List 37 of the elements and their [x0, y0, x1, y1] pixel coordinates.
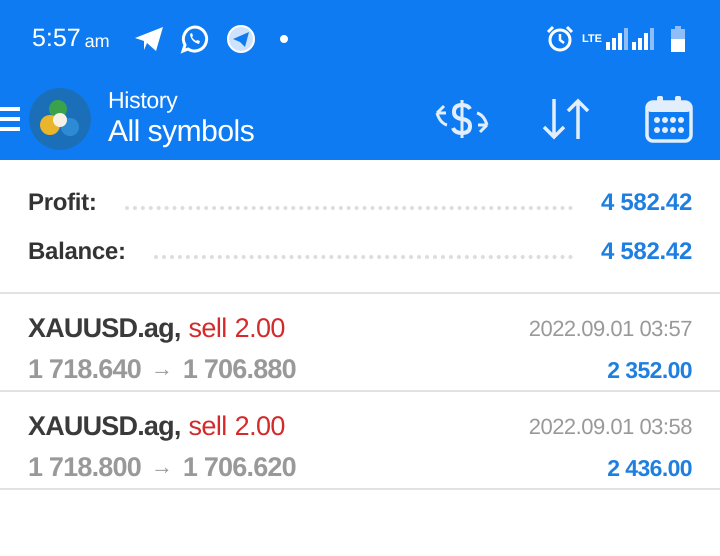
app-logo-icon: [28, 87, 92, 151]
open-price: 1 718.800: [28, 450, 141, 484]
screen-title: All symbols: [108, 114, 254, 150]
menu-icon[interactable]: [0, 104, 20, 134]
close-price: 1 706.620: [182, 450, 296, 484]
clock-time: 5:57: [32, 23, 81, 54]
alarm-clock-icon: [546, 25, 574, 53]
deal-side: sell: [188, 410, 227, 443]
summary-label: Profit:: [28, 188, 97, 218]
chat-bubble-icon: [180, 24, 210, 54]
dot-icon: [280, 35, 288, 43]
calendar-icon[interactable]: [644, 94, 694, 144]
network-type: LTE: [582, 34, 602, 44]
deal-volume: 2.00: [234, 312, 285, 345]
dollar-exchange-icon[interactable]: [434, 97, 490, 141]
signal-icon: [606, 28, 654, 50]
summary-value: 4 582.42: [600, 236, 692, 266]
arrow-glyph: →: [150, 355, 173, 384]
sort-icon[interactable]: [540, 97, 592, 141]
deal-volume: 2.00: [234, 410, 285, 443]
deal-time: 2022.09.01 03:57: [528, 315, 692, 343]
deal-side: sell: [188, 312, 227, 345]
summary-label: Balance:: [28, 236, 126, 266]
deal-time: 2022.09.01 03:58: [528, 413, 692, 441]
battery-icon: [670, 26, 686, 52]
clock-period: am: [84, 30, 110, 52]
arrow-glyph: →: [150, 453, 173, 482]
open-price: 1 718.640: [28, 352, 141, 386]
close-price: 1 706.880: [182, 352, 296, 386]
summary-value: 4 582.42: [600, 188, 692, 218]
deal-symbol: XAUUSD.ag,: [28, 410, 181, 443]
circle-plane-icon: [226, 24, 256, 54]
deal-profit: 2 436.00: [607, 454, 692, 483]
paper-plane-icon: [134, 26, 164, 52]
deal-profit: 2 352.00: [607, 356, 692, 385]
screen-subtitle: History: [108, 88, 178, 114]
deal-symbol: XAUUSD.ag,: [28, 312, 181, 345]
